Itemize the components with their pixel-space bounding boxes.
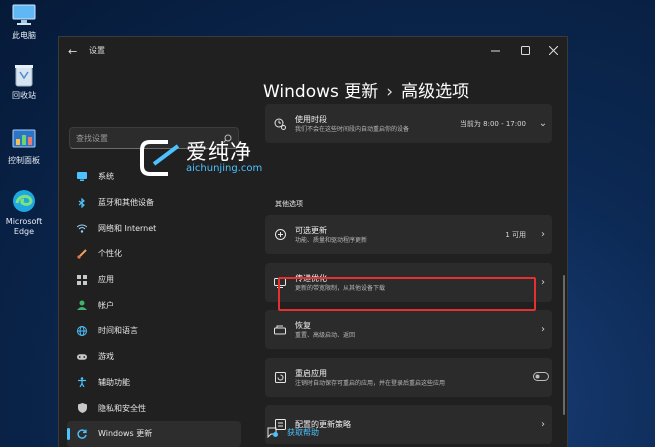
maximize-button[interactable]: [513, 41, 537, 59]
watermark: 爱纯净 aichunjing.com: [138, 138, 262, 178]
accessibility-icon: [77, 377, 87, 388]
desktop-icon-label: 控制面板: [8, 156, 40, 165]
update-policies-card[interactable]: 配置的更新策略 ›: [265, 405, 552, 444]
control-panel-icon: [11, 127, 37, 153]
breadcrumb-parent[interactable]: Windows 更新: [263, 82, 378, 102]
desktop-icon-recycle-bin[interactable]: 回收站: [4, 62, 44, 101]
sidebar-item-windows-update[interactable]: Windows 更新: [67, 420, 241, 447]
highlight-box: [278, 277, 536, 311]
sidebar-item-accessibility[interactable]: 辅助功能: [67, 370, 241, 396]
sidebar-item-label: 游戏: [98, 352, 114, 362]
active-hours-card[interactable]: 使用时段 我们不会在这些时间段内自动重启你的设备 当前为 8:00 - 17:0…: [265, 104, 552, 143]
settings-window: ← 设置 查找设置 系统 蓝牙和其他设备 网络和 Internet 个性化 应用…: [58, 36, 568, 447]
sidebar-item-label: 个性化: [98, 249, 122, 259]
update-icon: [77, 429, 87, 439]
sidebar-item-label: 隐私和安全性: [98, 403, 146, 413]
edge-icon: [11, 188, 37, 214]
card-subtitle: 重置、高级启动、返回: [295, 331, 356, 339]
chevron-down-icon: ⌄: [538, 118, 548, 129]
brush-icon: [77, 249, 87, 259]
sidebar-item-privacy[interactable]: 隐私和安全性: [67, 395, 241, 421]
card-title: 配置的更新策略: [295, 420, 351, 429]
sidebar-item-label: 系统: [98, 172, 114, 182]
sidebar-item-label: 帐户: [98, 300, 114, 310]
help-link[interactable]: 获取帮助: [267, 427, 319, 438]
desktop-icon-control-panel[interactable]: 控制面板: [4, 127, 44, 166]
sidebar-item-label: 网络和 Internet: [98, 223, 157, 233]
minimize-button[interactable]: [483, 41, 507, 59]
optional-updates-count: 1 可用: [505, 230, 526, 239]
system-icon: [77, 172, 87, 182]
chevron-right-icon: ›: [541, 277, 545, 288]
restart-apps-card[interactable]: 重启应用 注销时自动保存可重启的应用，并在登录后重启这些应用: [265, 358, 552, 397]
section-title: 其他选项: [275, 200, 303, 208]
active-hours-icon: [265, 118, 295, 130]
recovery-icon: [265, 325, 295, 335]
main-content: Windows 更新 › 高级选项 使用时段 我们不会在这些时间段内自动重启你的设备…: [249, 65, 567, 447]
card-title: 恢复: [295, 320, 311, 330]
sidebar-item-label: 辅助功能: [98, 377, 130, 387]
card-subtitle: 功能、质量和驱动程序更新: [295, 236, 368, 244]
apps-icon: [77, 274, 87, 285]
desktop-icon-label: 此电脑: [12, 31, 36, 40]
sidebar-item-apps[interactable]: 应用: [67, 267, 241, 293]
bluetooth-icon: [77, 197, 87, 208]
sidebar-item-label: 蓝牙和其他设备: [98, 198, 154, 208]
shield-icon: [77, 403, 87, 414]
chevron-right-icon: ›: [541, 324, 545, 335]
desktop-icon-edge[interactable]: Microsoft Edge: [4, 188, 44, 237]
optional-updates-card[interactable]: 可选更新 功能、质量和驱动程序更新 1 可用 ›: [265, 215, 552, 254]
desktop-icon-label: Microsoft Edge: [5, 217, 43, 236]
sidebar: 查找设置 系统 蓝牙和其他设备 网络和 Internet 个性化 应用 帐户 时…: [59, 65, 249, 447]
page-title: Windows 更新 › 高级选项: [263, 77, 469, 102]
back-arrow-icon[interactable]: ←: [68, 45, 77, 58]
card-subtitle: 注销时自动保存可重启的应用，并在登录后重启这些应用: [295, 379, 446, 387]
network-icon: [77, 223, 87, 233]
sidebar-item-personalization[interactable]: 个性化: [67, 241, 241, 267]
breadcrumb-current: 高级选项: [401, 82, 470, 102]
help-icon: [267, 427, 278, 438]
scrollbar[interactable]: [563, 275, 565, 415]
active-hours-value: 当前为 8:00 - 17:00: [459, 119, 526, 128]
card-title: 可选更新: [295, 225, 327, 235]
sidebar-item-gaming[interactable]: 游戏: [67, 344, 241, 370]
title-bar: ← 设置: [59, 37, 567, 65]
desktop-icon-label: 回收站: [12, 91, 36, 100]
globe-icon: [77, 325, 87, 336]
restart-apps-icon: [265, 372, 295, 383]
account-icon: [77, 300, 87, 311]
toggle-off-icon[interactable]: [530, 371, 552, 384]
sidebar-item-label: 时间和语言: [98, 326, 138, 336]
breadcrumb-separator: ›: [386, 82, 394, 102]
computer-icon: [11, 2, 37, 28]
close-button[interactable]: [541, 41, 565, 59]
sidebar-item-label: 应用: [98, 275, 114, 285]
card-title: 重启应用: [295, 368, 327, 378]
sidebar-item-network[interactable]: 网络和 Internet: [67, 215, 241, 241]
watermark-name: 爱纯净: [186, 140, 252, 164]
desktop-icon-this-pc[interactable]: 此电脑: [4, 2, 44, 41]
recovery-card[interactable]: 恢复 重置、高级启动、返回 ›: [265, 310, 552, 349]
sidebar-item-bluetooth[interactable]: 蓝牙和其他设备: [67, 190, 241, 216]
help-link-label: 获取帮助: [287, 428, 319, 437]
recycle-bin-icon: [11, 62, 37, 88]
chevron-right-icon: ›: [541, 229, 545, 240]
watermark-logo-icon: [140, 140, 180, 176]
sidebar-item-accounts[interactable]: 帐户: [67, 292, 241, 318]
sidebar-item-time-language[interactable]: 时间和语言: [67, 318, 241, 344]
sidebar-item-label: Windows 更新: [98, 429, 153, 439]
plus-circle-icon: [265, 229, 295, 240]
watermark-url: aichunjing.com: [186, 163, 263, 174]
chevron-right-icon: ›: [541, 419, 545, 430]
nav-list: 系统 蓝牙和其他设备 网络和 Internet 个性化 应用 帐户 时间和语言 …: [67, 164, 241, 447]
window-title: 设置: [89, 46, 105, 55]
gamepad-icon: [77, 352, 87, 362]
card-title: 使用时段: [295, 114, 327, 124]
card-subtitle: 我们不会在这些时间段内自动重启你的设备: [295, 125, 410, 133]
